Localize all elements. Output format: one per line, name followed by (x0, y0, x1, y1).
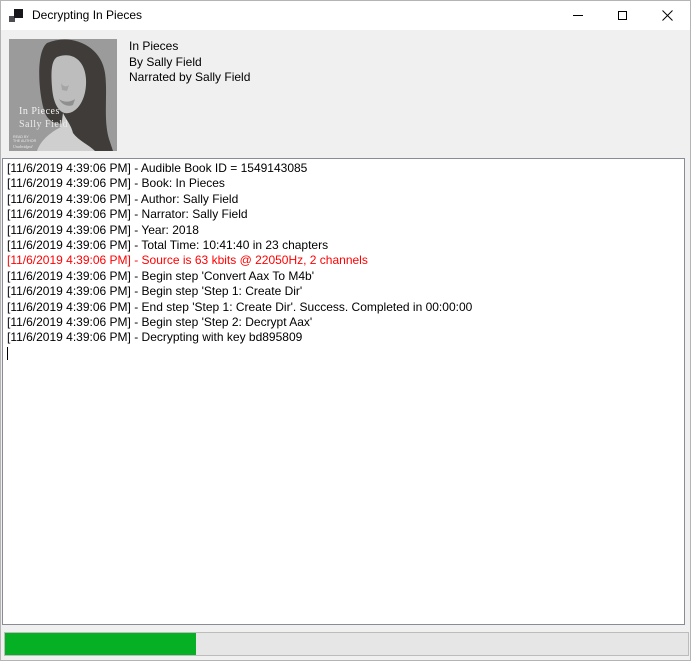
close-button[interactable] (645, 1, 690, 30)
cover-author-text: Sally Field (19, 119, 68, 130)
book-cover-art: In Pieces Sally Field READ BY THE AUTHOR… (9, 39, 117, 151)
minimize-button[interactable] (555, 1, 600, 30)
log-line: [11/6/2019 4:39:06 PM] - Decrypting with… (7, 330, 680, 345)
log-line: [11/6/2019 4:39:06 PM] - Source is 63 kb… (7, 253, 680, 268)
log-line: [11/6/2019 4:39:06 PM] - Year: 2018 (7, 223, 680, 238)
log-line: [11/6/2019 4:39:06 PM] - End step 'Step … (7, 300, 680, 315)
log-textbox[interactable]: [11/6/2019 4:39:06 PM] - Audible Book ID… (2, 158, 685, 625)
book-author: By Sally Field (129, 55, 250, 71)
log-line: [11/6/2019 4:39:06 PM] - Begin step 'Ste… (7, 284, 680, 299)
app-window: Decrypting In Pieces (0, 0, 691, 661)
app-icon[interactable] (9, 8, 25, 24)
log-line: [11/6/2019 4:39:06 PM] - Narrator: Sally… (7, 207, 680, 222)
cover-readby-line2: THE AUTHOR (13, 139, 37, 143)
log-line: [11/6/2019 4:39:06 PM] - Author: Sally F… (7, 192, 680, 207)
minimize-icon (573, 15, 583, 16)
progress-fill (5, 633, 196, 655)
progress-bar (4, 632, 689, 656)
book-info: In Pieces By Sally Field Narrated by Sal… (129, 39, 250, 86)
book-narrator: Narrated by Sally Field (129, 70, 250, 86)
maximize-button[interactable] (600, 1, 645, 30)
log-line: [11/6/2019 4:39:06 PM] - Audible Book ID… (7, 161, 680, 176)
cover-title-text: In Pieces (19, 106, 60, 117)
log-line: [11/6/2019 4:39:06 PM] - Begin step 'Ste… (7, 315, 680, 330)
close-icon (662, 10, 673, 21)
maximize-icon (618, 11, 627, 20)
title-bar[interactable]: Decrypting In Pieces (1, 1, 690, 30)
cover-portrait: In Pieces Sally Field READ BY THE AUTHOR… (9, 39, 117, 151)
cover-edition-text: Unabridged (13, 144, 33, 149)
log-line: [11/6/2019 4:39:06 PM] - Begin step 'Con… (7, 269, 680, 284)
app-icon-square-big (14, 9, 23, 18)
log-line: [11/6/2019 4:39:06 PM] - Book: In Pieces (7, 176, 680, 191)
book-title: In Pieces (129, 39, 250, 55)
text-caret (7, 347, 8, 360)
window-title: Decrypting In Pieces (32, 1, 142, 30)
log-line: [11/6/2019 4:39:06 PM] - Total Time: 10:… (7, 238, 680, 253)
